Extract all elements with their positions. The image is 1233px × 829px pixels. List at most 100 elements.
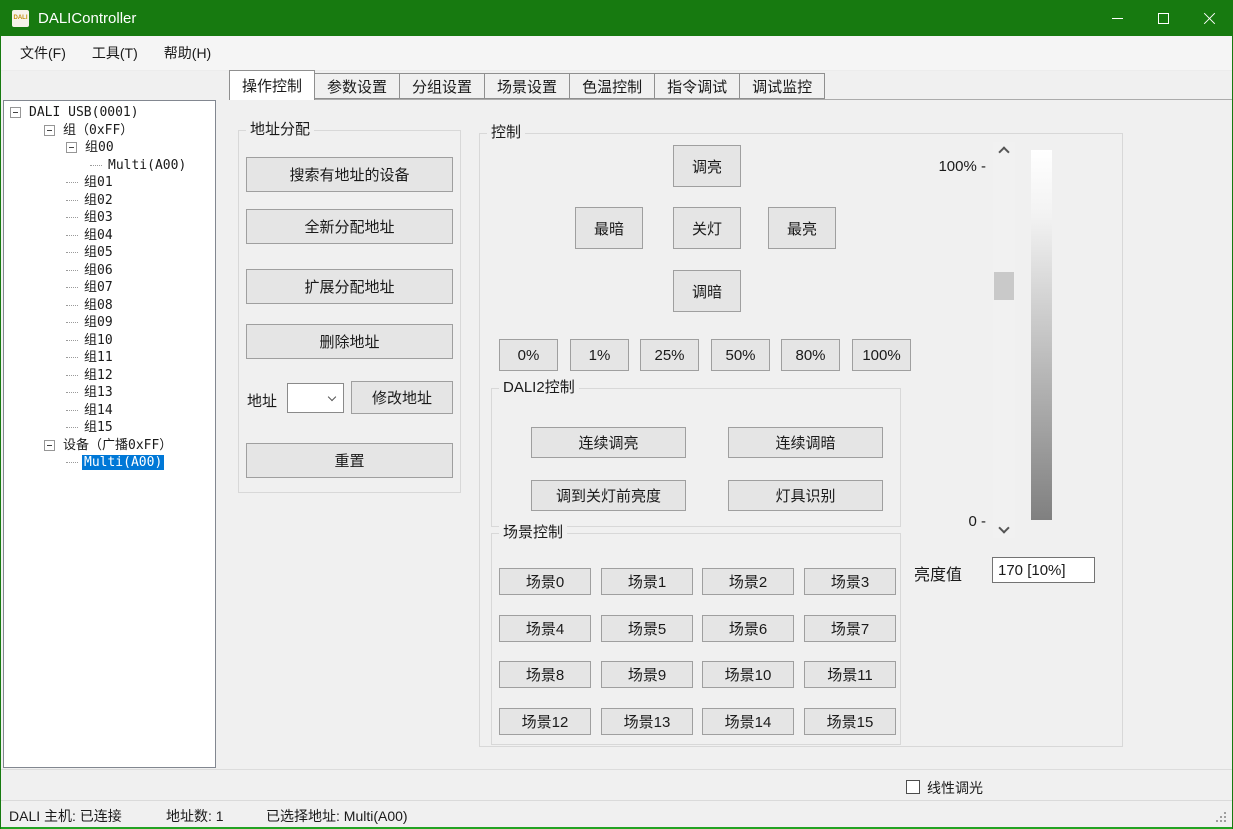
tree-expander-icon[interactable]: [44, 125, 55, 136]
tab-1[interactable]: 参数设置: [314, 73, 400, 99]
tree-item-label[interactable]: 组09: [82, 315, 115, 330]
delete-address-button[interactable]: 删除地址: [246, 324, 453, 359]
tree-item-label[interactable]: 组12: [82, 368, 115, 383]
menubar: 文件(F)工具(T)帮助(H): [1, 36, 1232, 71]
tab-0[interactable]: 操作控制: [229, 70, 315, 100]
tree-item-label[interactable]: 组08: [82, 298, 115, 313]
maximize-button[interactable]: [1140, 0, 1186, 36]
tree-item-label[interactable]: 组（0xFF）: [61, 123, 135, 138]
tree-item-label[interactable]: Multi(A00): [82, 455, 164, 470]
address-label: 地址: [247, 390, 277, 411]
tree-item-label[interactable]: 组00: [83, 140, 116, 155]
dim-button[interactable]: 调暗: [673, 270, 741, 312]
tree-item-label[interactable]: 组07: [82, 280, 115, 295]
modify-address-button[interactable]: 修改地址: [351, 381, 453, 414]
goto-last-active-level-button[interactable]: 调到关灯前亮度: [531, 480, 686, 511]
level-0pct-button[interactable]: 0%: [499, 339, 558, 371]
scene-14-button[interactable]: 场景14: [702, 708, 794, 735]
tree-item-label[interactable]: Multi(A00): [106, 158, 188, 173]
tree-row: 组06: [4, 262, 215, 280]
search-addressed-devices-button[interactable]: 搜索有地址的设备: [246, 157, 453, 192]
scene-9-button[interactable]: 场景9: [601, 661, 693, 688]
tree-connector: [66, 217, 78, 218]
scene-2-button[interactable]: 场景2: [702, 568, 794, 595]
extended-address-allocation-button[interactable]: 扩展分配地址: [246, 269, 453, 304]
scrollbar-thumb[interactable]: [994, 272, 1014, 300]
tree-item-label[interactable]: 组01: [82, 175, 115, 190]
scene-8-button[interactable]: 场景8: [499, 661, 591, 688]
scene-5-button[interactable]: 场景5: [601, 615, 693, 642]
tree-expander-icon[interactable]: [10, 107, 21, 118]
tab-6[interactable]: 调试监控: [739, 73, 825, 99]
tree-row: 组04: [4, 227, 215, 245]
tree-item-label[interactable]: 设备（广播0xFF）: [61, 438, 174, 453]
tree-row: 组（0xFF）: [4, 122, 215, 140]
tree-item-label[interactable]: 组11: [82, 350, 115, 365]
reset-button[interactable]: 重置: [246, 443, 453, 478]
tab-3[interactable]: 场景设置: [484, 73, 570, 99]
min-brightness-button[interactable]: 最暗: [575, 207, 643, 249]
tree-item-label[interactable]: 组05: [82, 245, 115, 260]
tree-connector: [66, 182, 78, 183]
new-address-allocation-button[interactable]: 全新分配地址: [246, 209, 453, 244]
scene-3-button[interactable]: 场景3: [804, 568, 896, 595]
scene-15-button[interactable]: 场景15: [804, 708, 896, 735]
scene-12-button[interactable]: 场景12: [499, 708, 591, 735]
scene-10-button[interactable]: 场景10: [702, 661, 794, 688]
level-50pct-button[interactable]: 50%: [711, 339, 770, 371]
tree-item-label[interactable]: 组04: [82, 228, 115, 243]
menu-tools[interactable]: 工具(T): [79, 36, 151, 70]
menu-file[interactable]: 文件(F): [7, 36, 79, 70]
tab-2[interactable]: 分组设置: [399, 73, 485, 99]
minimize-button[interactable]: [1094, 0, 1140, 36]
continuous-brighten-button[interactable]: 连续调亮: [531, 427, 686, 458]
scene-4-button[interactable]: 场景4: [499, 615, 591, 642]
max-brightness-button[interactable]: 最亮: [768, 207, 836, 249]
status-address-count: 地址数: 1: [166, 806, 224, 826]
close-button[interactable]: [1186, 0, 1232, 36]
scene-6-button[interactable]: 场景6: [702, 615, 794, 642]
tab-5[interactable]: 指令调试: [654, 73, 740, 99]
tree-expander-icon[interactable]: [44, 440, 55, 451]
tree-connector: [66, 357, 78, 358]
scene-11-button[interactable]: 场景11: [804, 661, 896, 688]
scroll-down-button[interactable]: [993, 518, 1015, 538]
tree-item-label[interactable]: DALI USB(0001): [27, 105, 141, 120]
level-80pct-button[interactable]: 80%: [781, 339, 840, 371]
status-selected-address: 已选择地址: Multi(A00): [266, 806, 408, 826]
tree-row: Multi(A00): [4, 454, 215, 472]
brightness-scrollbar[interactable]: [993, 142, 1015, 538]
device-tree[interactable]: DALI USB(0001) 组（0xFF） 组00 Multi(A00) 组01 组02…: [3, 100, 216, 768]
scene-7-button[interactable]: 场景7: [804, 615, 896, 642]
brightness-value-label: 亮度值: [914, 561, 962, 585]
level-1pct-button[interactable]: 1%: [570, 339, 629, 371]
tree-item-label[interactable]: 组13: [82, 385, 115, 400]
continuous-dim-button[interactable]: 连续调暗: [728, 427, 883, 458]
tree-item-label[interactable]: 组06: [82, 263, 115, 278]
tree-item-label[interactable]: 组15: [82, 420, 115, 435]
tree-expander-icon[interactable]: [66, 142, 77, 153]
tree-item-label[interactable]: 组03: [82, 210, 115, 225]
tree-item-label[interactable]: 组14: [82, 403, 115, 418]
address-combobox[interactable]: [287, 383, 344, 413]
lamp-off-button[interactable]: 关灯: [673, 207, 741, 249]
level-25pct-button[interactable]: 25%: [640, 339, 699, 371]
tree-row: 组11: [4, 349, 215, 367]
scene-13-button[interactable]: 场景13: [601, 708, 693, 735]
menu-help[interactable]: 帮助(H): [151, 36, 224, 70]
brighten-button[interactable]: 调亮: [673, 145, 741, 187]
level-100pct-button[interactable]: 100%: [852, 339, 911, 371]
brightness-value-field[interactable]: 170 [10%]: [992, 557, 1095, 583]
resize-grip[interactable]: [1224, 820, 1226, 822]
scene-1-button[interactable]: 场景1: [601, 568, 693, 595]
tab-4[interactable]: 色温控制: [569, 73, 655, 99]
scene-0-button[interactable]: 场景0: [499, 568, 591, 595]
scroll-up-button[interactable]: [993, 142, 1015, 162]
linear-dimming-checkbox[interactable]: [906, 780, 920, 794]
tree-row: 组14: [4, 402, 215, 420]
tree-item-label[interactable]: 组10: [82, 333, 115, 348]
lamp-identify-button[interactable]: 灯具识别: [728, 480, 883, 511]
tree-row: DALI USB(0001): [4, 104, 215, 122]
tree-item-label[interactable]: 组02: [82, 193, 115, 208]
tree-connector: [90, 165, 102, 166]
